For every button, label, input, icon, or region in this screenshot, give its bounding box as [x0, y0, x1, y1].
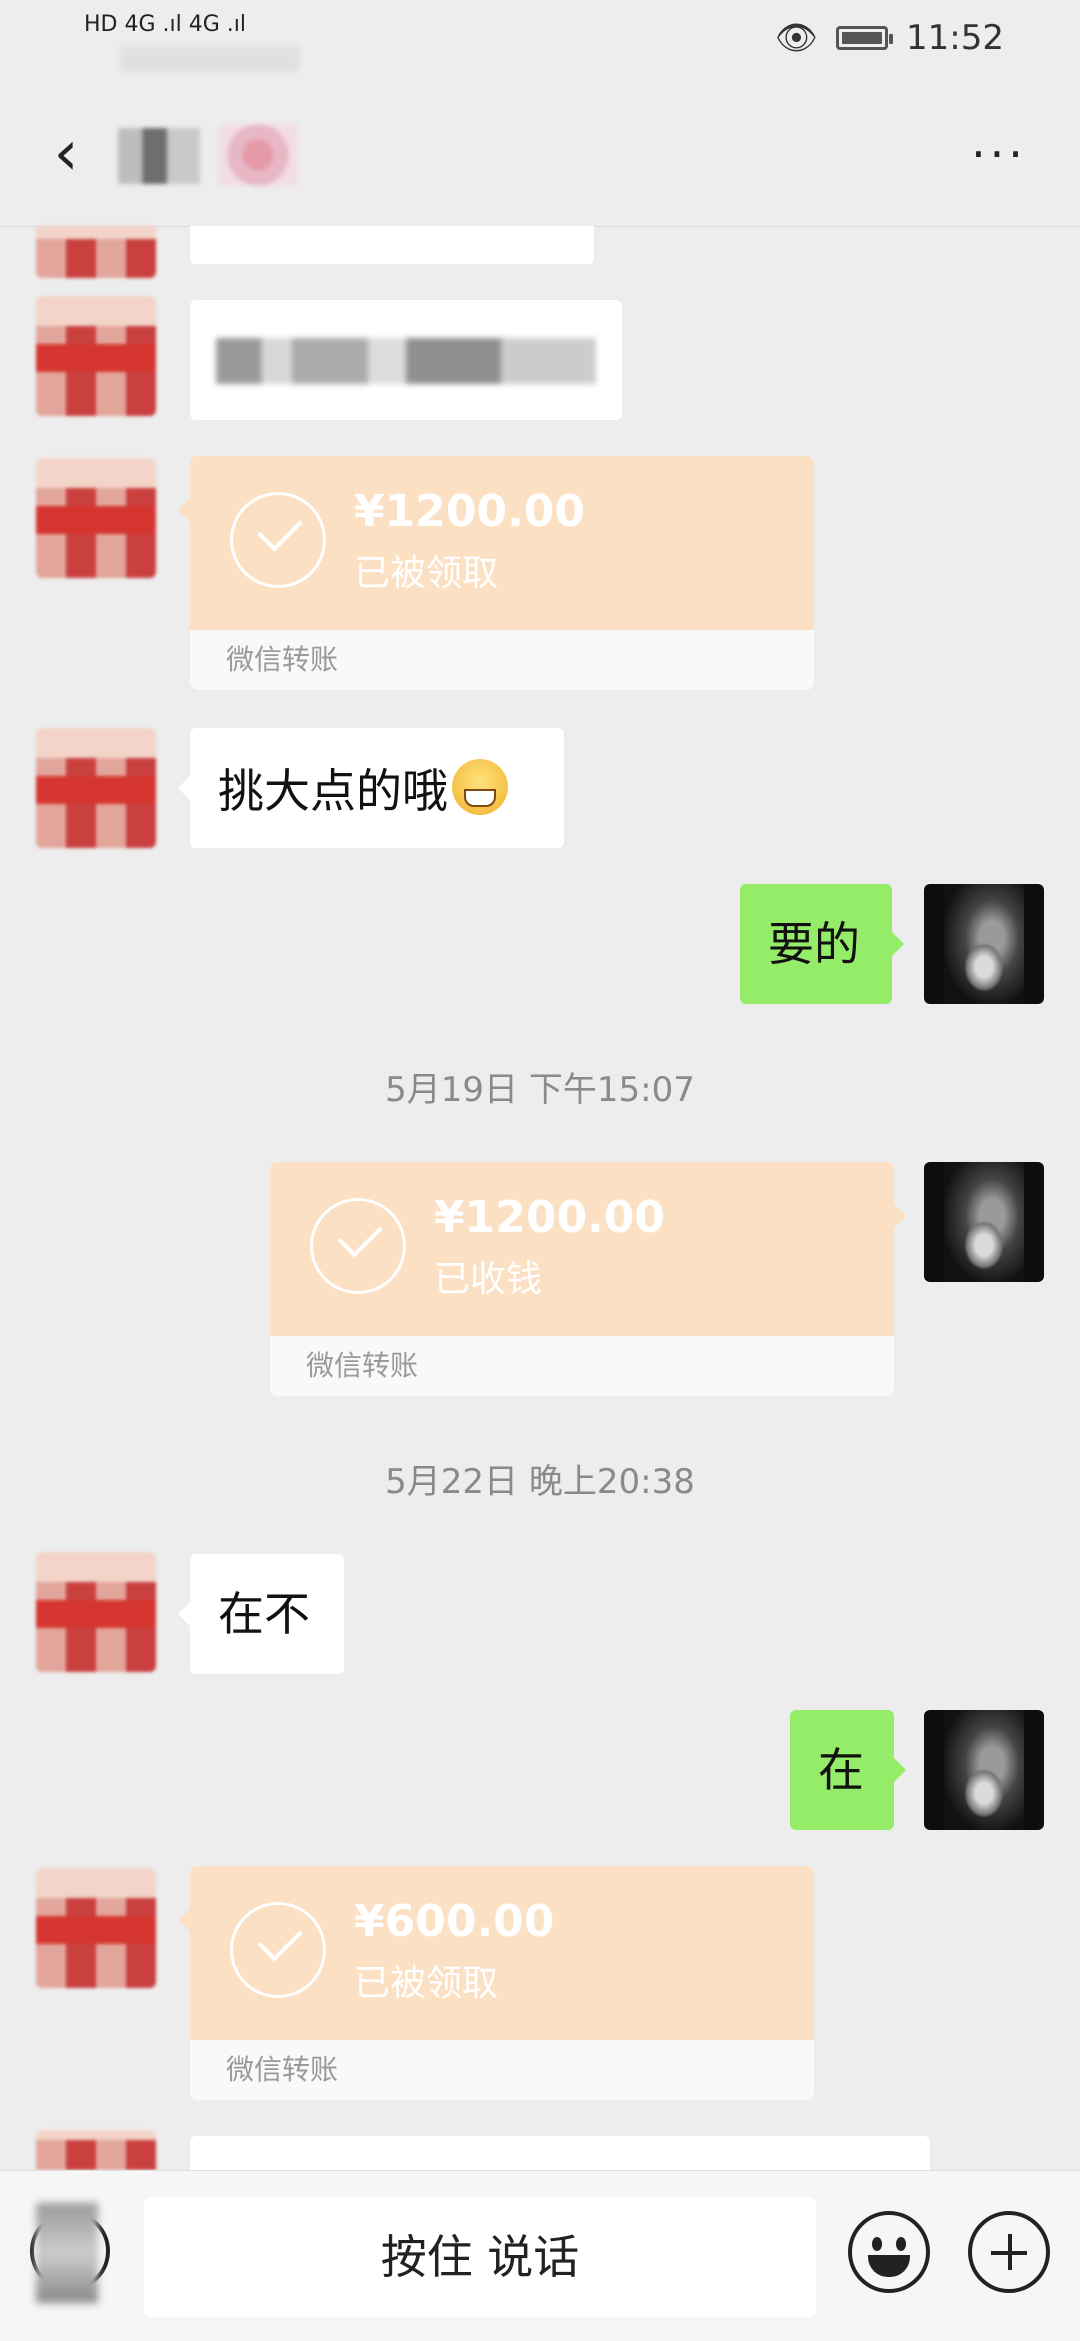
my-avatar[interactable]	[924, 884, 1044, 1004]
transfer-status: 已被领取	[354, 1963, 499, 2004]
my-avatar[interactable]	[924, 1710, 1044, 1830]
transfer-status: 已被领取	[354, 553, 499, 594]
contact-name-blurred	[118, 128, 200, 184]
contact-avatar[interactable]	[36, 1868, 156, 1988]
transfer-label: 微信转账	[226, 2053, 339, 2086]
transfer-label: 微信转账	[226, 643, 339, 676]
carrier-name-blurred	[120, 46, 300, 72]
clock: 11:52	[906, 18, 1004, 58]
smiley-icon[interactable]	[848, 2211, 930, 2293]
transfer-card[interactable]: ¥600.00 已被领取 微信转账	[178, 1866, 814, 2100]
message-bubble-sent[interactable]: 要的	[740, 884, 904, 1004]
contact-avatar[interactable]	[36, 1552, 156, 1672]
input-bar: 按住 说话	[0, 2170, 1080, 2341]
check-circle-icon	[310, 1198, 406, 1294]
timestamp: 5月19日 下午15:07	[385, 1070, 695, 1110]
message-bubble-blurred[interactable]	[190, 300, 622, 420]
grinning-emoji-icon	[452, 759, 508, 815]
contact-avatar[interactable]	[36, 728, 156, 848]
message-bubble[interactable]: 在不	[178, 1554, 344, 1674]
more-options-button[interactable]: ···	[964, 124, 1034, 184]
message-bubble-blurred[interactable]	[190, 226, 594, 264]
message-bubble[interactable]: 挑大点的哦	[178, 728, 564, 848]
voice-button-blurred	[36, 2203, 98, 2303]
my-avatar[interactable]	[924, 1162, 1044, 1282]
hold-to-talk-button[interactable]: 按住 说话	[144, 2197, 816, 2317]
message-text: 要的	[768, 917, 860, 971]
message-text: 在不	[218, 1587, 310, 1641]
transfer-status: 已收钱	[434, 1259, 543, 1300]
contact-avatar[interactable]	[36, 458, 156, 578]
message-text: 在	[818, 1743, 864, 1797]
chevron-left-icon[interactable]: ‹	[36, 118, 96, 188]
transfer-card[interactable]: ¥1200.00 已被领取 微信转账	[178, 456, 814, 690]
check-circle-icon	[230, 1902, 326, 1998]
contact-name-blurred-emoji	[218, 124, 298, 186]
contact-avatar[interactable]	[36, 2130, 156, 2170]
message-text: 挑大点的哦	[218, 764, 448, 818]
transfer-amount: ¥600.00	[354, 1896, 555, 1947]
message-bubble-sent[interactable]: 在	[790, 1710, 906, 1830]
chat-header: ‹ ···	[0, 80, 1080, 227]
transfer-amount: ¥1200.00	[434, 1192, 666, 1243]
transfer-amount: ¥1200.00	[354, 486, 586, 537]
network-status: HD 4G .ıl 4G .ıl	[84, 12, 246, 37]
eye-icon: 👁	[774, 18, 819, 58]
transfer-label: 微信转账	[306, 1349, 419, 1382]
plus-icon[interactable]	[968, 2211, 1050, 2293]
timestamp: 5月22日 晚上20:38	[385, 1462, 695, 1502]
contact-avatar[interactable]	[36, 296, 156, 416]
status-right: 👁 11:52	[775, 18, 1004, 58]
status-bar: HD 4G .ıl 4G .ıl 👁 11:52	[0, 0, 1080, 80]
message-bubble-partial[interactable]	[190, 2136, 930, 2170]
battery-icon	[836, 26, 894, 50]
contact-avatar[interactable]	[36, 226, 156, 278]
transfer-card-sent[interactable]: ¥1200.00 已收钱 微信转账	[270, 1162, 906, 1396]
check-circle-icon	[230, 492, 326, 588]
